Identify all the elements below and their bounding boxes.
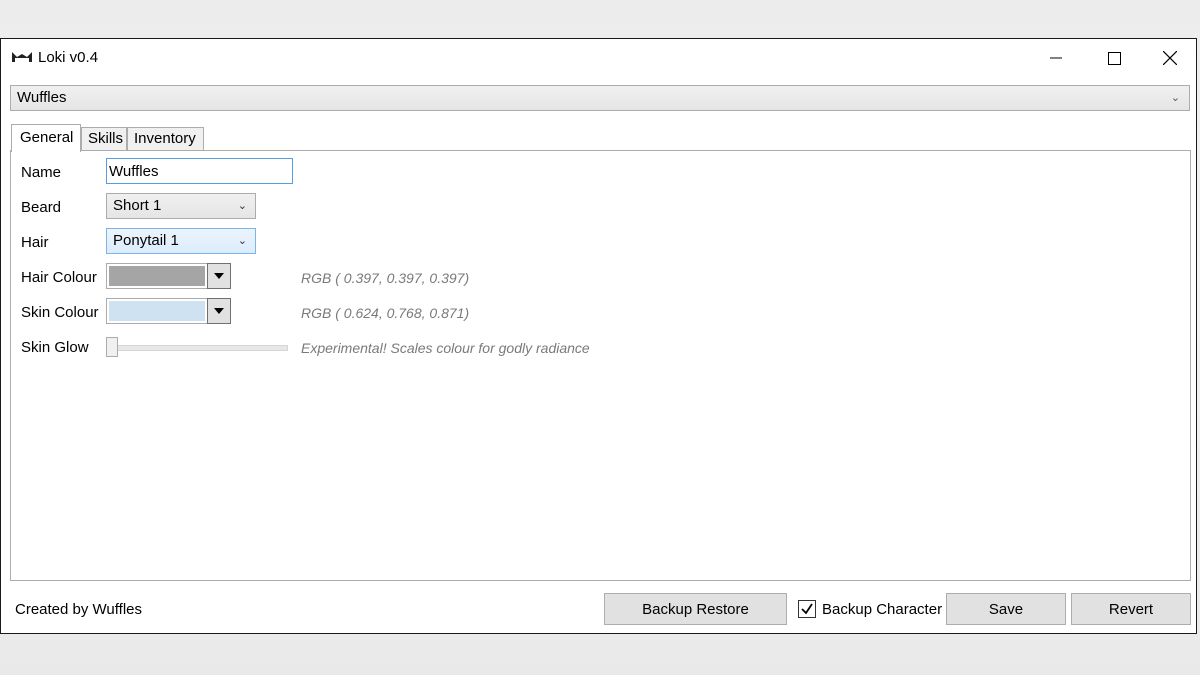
skin-colour-picker[interactable] (106, 298, 231, 324)
hair-select-value: Ponytail 1 (113, 232, 179, 249)
beard-select-value: Short 1 (113, 197, 162, 214)
backup-restore-button[interactable]: Backup Restore (604, 593, 787, 625)
hair-label: Hair (21, 234, 49, 251)
chevron-down-icon: ⌄ (237, 200, 247, 212)
credit-text: Created by Wuffles (15, 601, 143, 618)
beard-label: Beard (21, 199, 62, 216)
skin-colour-label: Skin Colour (21, 304, 99, 321)
maximize-button[interactable] (1085, 39, 1143, 77)
character-select[interactable]: Wuffles ⌄ (10, 85, 1190, 111)
revert-button[interactable]: Revert (1071, 593, 1191, 625)
hair-colour-picker[interactable] (106, 263, 231, 289)
tab-general[interactable]: General (11, 124, 81, 152)
character-select-value: Wuffles (17, 89, 67, 106)
minimize-icon (1050, 57, 1062, 59)
tab-skills[interactable]: Skills (81, 127, 127, 151)
close-icon (1163, 51, 1177, 65)
backup-character-label[interactable]: Backup Character (822, 601, 942, 618)
hair-colour-dropdown-button[interactable] (207, 263, 231, 289)
caret-down-icon (214, 273, 224, 279)
loki-mask-icon (12, 52, 32, 62)
close-button[interactable] (1141, 39, 1199, 77)
skin-colour-swatch[interactable] (106, 298, 208, 324)
general-panel: Name Beard Short 1 ⌄ Hair Ponytail 1 ⌄ H… (10, 150, 1191, 581)
chevron-down-icon: ⌄ (1170, 92, 1180, 104)
minimize-button[interactable] (1027, 39, 1085, 77)
skin-colour-dropdown-button[interactable] (207, 298, 231, 324)
chevron-down-icon: ⌄ (237, 235, 247, 247)
skin-glow-slider[interactable] (106, 337, 288, 359)
window-title: Loki v0.4 (38, 49, 99, 66)
hair-colour-swatch[interactable] (106, 263, 208, 289)
name-label: Name (21, 164, 62, 181)
save-button[interactable]: Save (946, 593, 1066, 625)
maximize-icon (1107, 51, 1121, 65)
skin-glow-label: Skin Glow (21, 339, 89, 356)
skin-glow-track (106, 345, 288, 351)
tab-inventory[interactable]: Inventory (127, 127, 204, 151)
beard-select[interactable]: Short 1 ⌄ (106, 193, 256, 219)
app-window: Loki v0.4 Wuffles ⌄ General Skills Inven… (0, 38, 1197, 634)
caret-down-icon (214, 308, 224, 314)
title-bar[interactable]: Loki v0.4 (1, 39, 1196, 77)
skin-glow-hint: Experimental! Scales colour for godly ra… (301, 340, 590, 356)
hair-colour-rgb: RGB ( 0.397, 0.397, 0.397) (301, 270, 470, 286)
skin-glow-thumb[interactable] (106, 337, 118, 357)
backup-character-checkbox[interactable] (798, 600, 816, 618)
checkmark-icon (801, 603, 813, 615)
hair-colour-label: Hair Colour (21, 269, 97, 286)
hair-select[interactable]: Ponytail 1 ⌄ (106, 228, 256, 254)
skin-colour-rgb: RGB ( 0.624, 0.768, 0.871) (301, 305, 470, 321)
name-input[interactable] (106, 158, 293, 184)
